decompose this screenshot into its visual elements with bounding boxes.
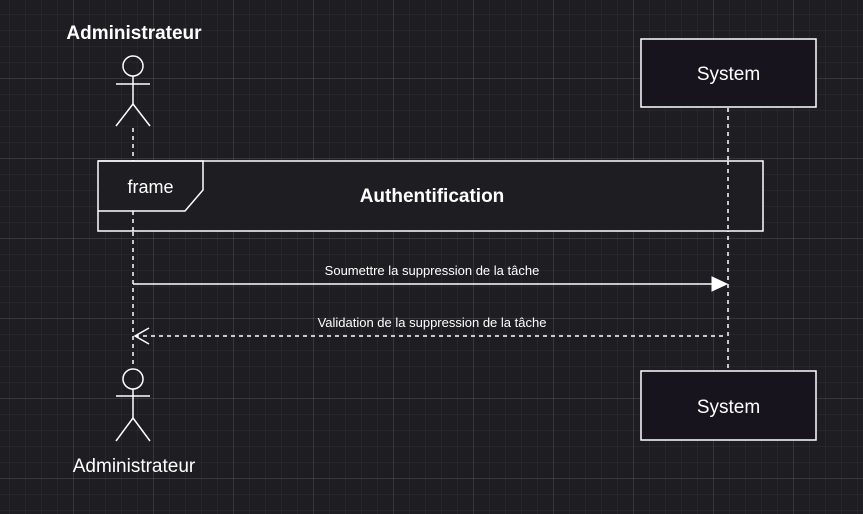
frame-tag-label: frame [127, 177, 173, 197]
message-2-label: Validation de la suppression de la tâche [318, 315, 547, 330]
system-top-label: System [697, 64, 760, 85]
system-top-box[interactable]: System [640, 38, 817, 108]
message-2-arrow[interactable] [133, 327, 727, 345]
system-bottom-box[interactable]: System [640, 370, 817, 441]
message-1-label: Soumettre la suppression de la tâche [325, 263, 540, 278]
system-bottom-label: System [697, 397, 760, 418]
actor-top-label[interactable]: Administrateur [66, 23, 202, 44]
authentification-frame[interactable]: frame Authentification [97, 160, 764, 232]
frame-title: Authentification [360, 186, 505, 207]
actor-bottom-stick-figure[interactable] [115, 368, 151, 442]
message-1-arrow[interactable] [133, 276, 729, 292]
sequence-diagram: Administrateur System frame Authentifica… [66, 23, 817, 477]
actor-top-stick-figure[interactable] [115, 55, 151, 127]
actor-bottom-label[interactable]: Administrateur [73, 456, 196, 477]
